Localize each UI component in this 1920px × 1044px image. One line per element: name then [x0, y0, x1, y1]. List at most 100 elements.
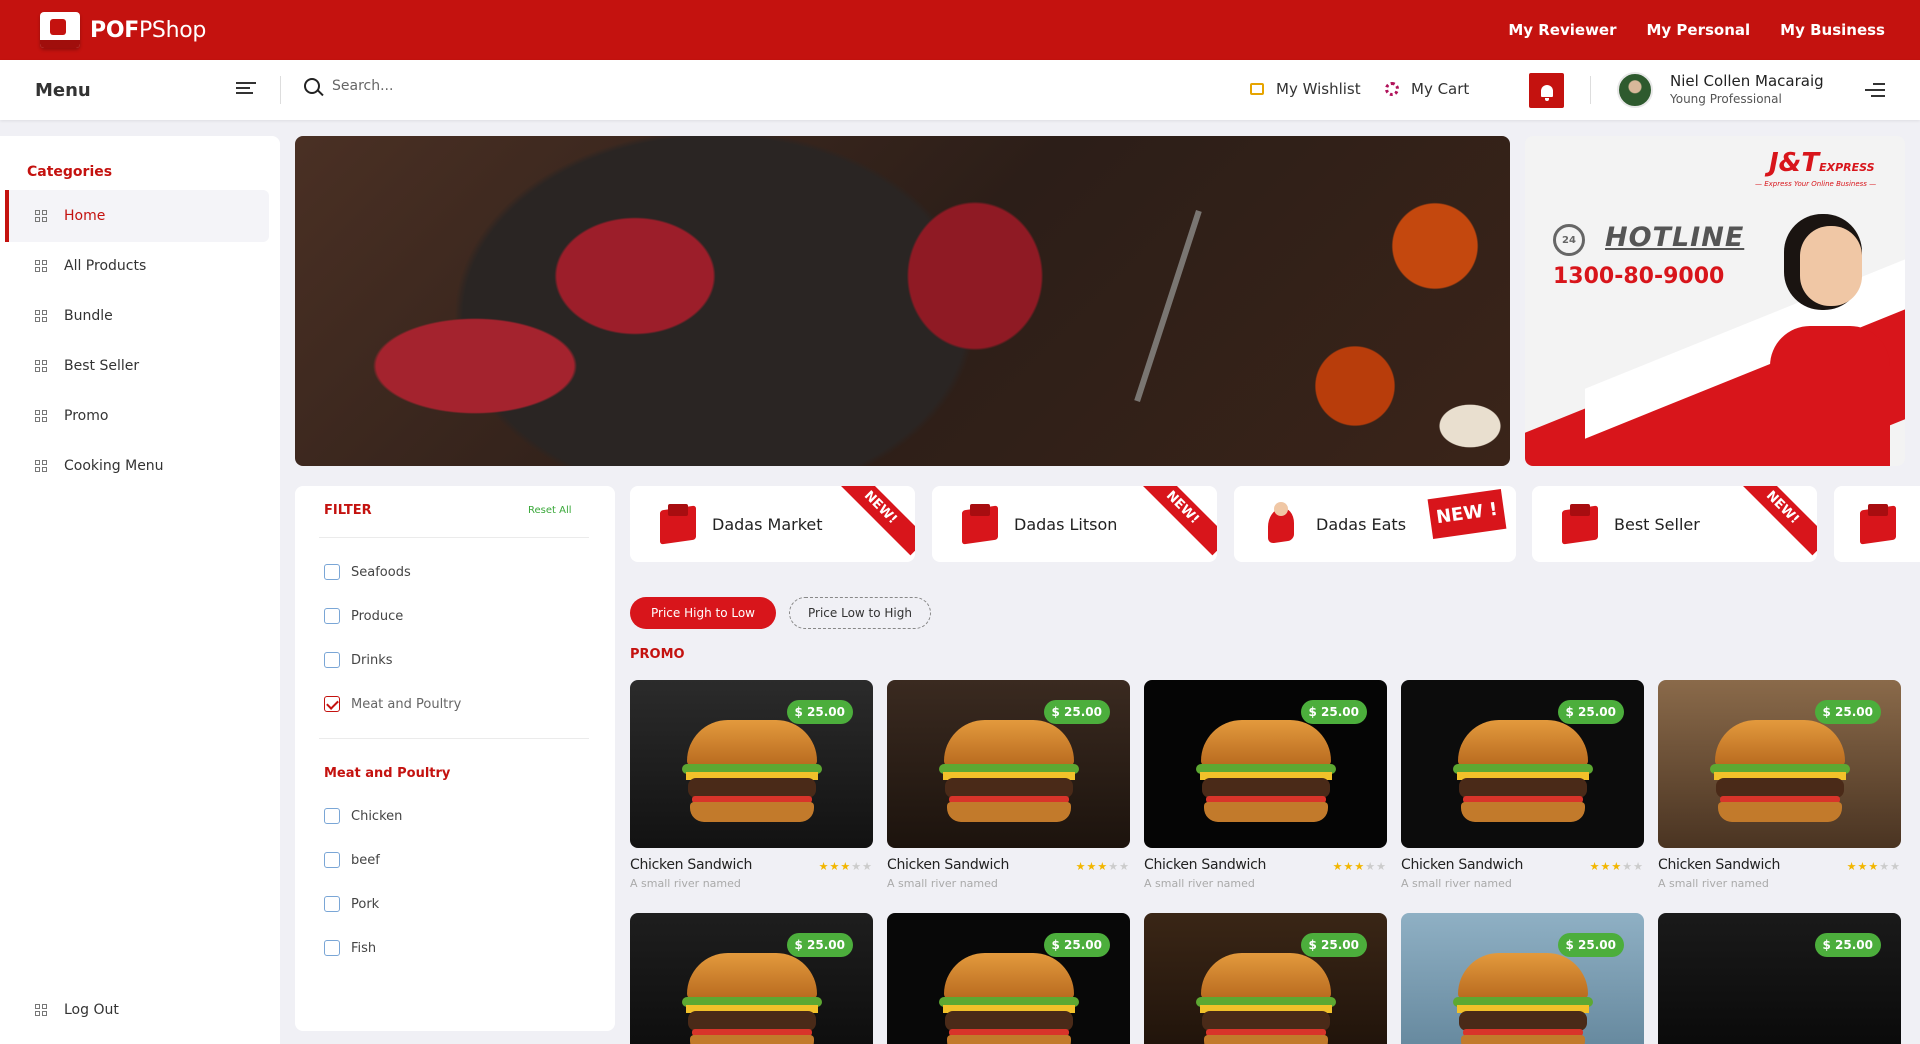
burger-image — [1709, 720, 1850, 830]
burger-image — [681, 720, 822, 830]
filter-option-label: Chicken — [351, 808, 403, 824]
product-image[interactable]: $ 25.00 — [1144, 913, 1387, 1044]
store-card-dadas-eats[interactable]: Dadas Eats NEW ! — [1234, 486, 1516, 562]
burger-image — [938, 720, 1079, 830]
checkbox-checked[interactable] — [324, 696, 340, 712]
checkbox[interactable] — [324, 652, 340, 668]
product-image[interactable]: $ 25.00 — [1658, 913, 1901, 1044]
sort-high-to-low-button[interactable]: Price High to Low — [630, 597, 776, 629]
grid-icon — [35, 360, 47, 372]
grid-icon — [35, 410, 47, 422]
store-name: Best Seller — [1614, 514, 1700, 534]
product-image[interactable]: $ 25.00 — [630, 913, 873, 1044]
agent-image — [1770, 226, 1890, 466]
notification-button[interactable] — [1529, 73, 1564, 108]
grid-icon — [35, 260, 47, 272]
product-description: A small river named — [887, 877, 998, 890]
subfilter-option-fish[interactable]: Fish — [324, 940, 376, 956]
product-card[interactable]: $ 25.00 — [887, 913, 1130, 1044]
subfilter-option-pork[interactable]: Pork — [324, 896, 379, 912]
brand-logo-icon — [40, 12, 80, 48]
product-card[interactable]: $ 25.00 Chicken Sandwich ★★★★★ A small r… — [1144, 680, 1387, 890]
product-card[interactable]: $ 25.00 — [1658, 913, 1901, 1044]
product-card[interactable]: $ 25.00 — [630, 913, 873, 1044]
store-card-dadas-litson[interactable]: Dadas Litson NEW! — [932, 486, 1217, 562]
product-card[interactable]: $ 25.00 Chicken Sandwich ★★★★★ A small r… — [887, 680, 1130, 890]
filter-option-meat-and-poultry[interactable]: Meat and Poultry — [324, 696, 461, 712]
burger-image — [1452, 720, 1593, 830]
search-input[interactable] — [332, 78, 632, 94]
logout-button[interactable]: Log Out — [5, 984, 269, 1036]
star-rating: ★★★★★ — [1332, 860, 1387, 873]
product-image[interactable]: $ 25.00 — [1401, 913, 1644, 1044]
star-rating: ★★★★★ — [1075, 860, 1130, 873]
product-card[interactable]: $ 25.00 Chicken Sandwich ★★★★★ A small r… — [630, 680, 873, 890]
filter-option-label: beef — [351, 852, 380, 868]
store-card-partial[interactable] — [1834, 486, 1920, 562]
filter-option-seafoods[interactable]: Seafoods — [324, 564, 411, 580]
sort-low-to-high-button[interactable]: Price Low to High — [789, 597, 931, 629]
top-link-my-personal[interactable]: My Personal — [1647, 21, 1751, 39]
sidebar-item-home[interactable]: Home — [5, 190, 269, 242]
menu-icon[interactable] — [1865, 83, 1885, 97]
product-card[interactable]: $ 25.00 — [1401, 913, 1644, 1044]
sidebar-item-cooking-menu[interactable]: Cooking Menu — [5, 440, 269, 492]
search-bar — [304, 78, 632, 94]
product-image[interactable]: $ 25.00 — [1658, 680, 1901, 848]
store-box-icon — [1558, 504, 1602, 544]
filter-option-produce[interactable]: Produce — [324, 608, 403, 624]
product-image[interactable]: $ 25.00 — [1401, 680, 1644, 848]
burger-image — [681, 953, 822, 1044]
user-name[interactable]: Niel Collen Macaraig — [1670, 72, 1824, 90]
product-image[interactable]: $ 25.00 — [887, 680, 1130, 848]
checkbox[interactable] — [324, 896, 340, 912]
filter-option-drinks[interactable]: Drinks — [324, 652, 393, 668]
cart-link[interactable]: My Cart — [1385, 80, 1469, 98]
top-links: My Reviewer My Personal My Business — [1508, 0, 1885, 60]
grid-icon — [35, 310, 47, 322]
avatar[interactable] — [1617, 72, 1653, 108]
store-name: Dadas Eats — [1316, 514, 1407, 534]
product-image[interactable]: $ 25.00 — [1144, 680, 1387, 848]
store-card-best-seller[interactable]: Best Seller NEW! — [1532, 486, 1817, 562]
search-icon[interactable] — [304, 78, 320, 94]
store-card-dadas-market[interactable]: Dadas Market NEW! — [630, 486, 915, 562]
top-link-my-business[interactable]: My Business — [1780, 21, 1885, 39]
star-rating: ★★★★★ — [1846, 860, 1901, 873]
product-description: A small river named — [1658, 877, 1769, 890]
product-card[interactable]: $ 25.00 — [1144, 913, 1387, 1044]
sidebar-item-best-seller[interactable]: Best Seller — [5, 340, 269, 392]
delivery-person-icon — [1260, 502, 1304, 544]
sidebar-item-bundle[interactable]: Bundle — [5, 290, 269, 342]
hotline-number: 1300-80-9000 — [1553, 264, 1725, 289]
product-image[interactable]: $ 25.00 — [630, 680, 873, 848]
top-link-my-reviewer[interactable]: My Reviewer — [1508, 21, 1616, 39]
subfilter-option-chicken[interactable]: Chicken — [324, 808, 402, 824]
new-badge: NEW! — [832, 486, 915, 556]
divider — [1590, 76, 1591, 104]
wishlist-label: My Wishlist — [1276, 80, 1361, 98]
new-badge: NEW! — [1734, 486, 1817, 556]
product-card[interactable]: $ 25.00 Chicken Sandwich ★★★★★ A small r… — [1401, 680, 1644, 890]
sidebar-toggle-icon[interactable] — [236, 82, 256, 98]
sidebar-item-promo[interactable]: Promo — [5, 390, 269, 442]
checkbox[interactable] — [324, 852, 340, 868]
filter-panel: FILTER Reset All Seafoods Produce Drinks… — [295, 486, 615, 1031]
sidebar-item-label: All Products — [64, 258, 147, 274]
hotline-ad[interactable]: J&TEXPRESS — Express Your Online Busines… — [1525, 136, 1905, 466]
subfilter-option-beef[interactable]: beef — [324, 852, 380, 868]
checkbox[interactable] — [324, 808, 340, 824]
checkbox[interactable] — [324, 608, 340, 624]
price-badge: $ 25.00 — [1557, 700, 1624, 724]
product-image[interactable]: $ 25.00 — [887, 913, 1130, 1044]
product-card[interactable]: $ 25.00 Chicken Sandwich ★★★★★ A small r… — [1658, 680, 1901, 890]
wishlist-link[interactable]: My Wishlist — [1250, 80, 1361, 98]
brand[interactable]: POFPShop — [40, 12, 206, 48]
logout-label: Log Out — [64, 1002, 119, 1018]
price-badge: $ 25.00 — [1814, 933, 1881, 957]
checkbox[interactable] — [324, 940, 340, 956]
reset-all-link[interactable]: Reset All — [528, 505, 572, 516]
sidebar-item-all-products[interactable]: All Products — [5, 240, 269, 292]
checkbox[interactable] — [324, 564, 340, 580]
hero-banner[interactable] — [295, 136, 1510, 466]
